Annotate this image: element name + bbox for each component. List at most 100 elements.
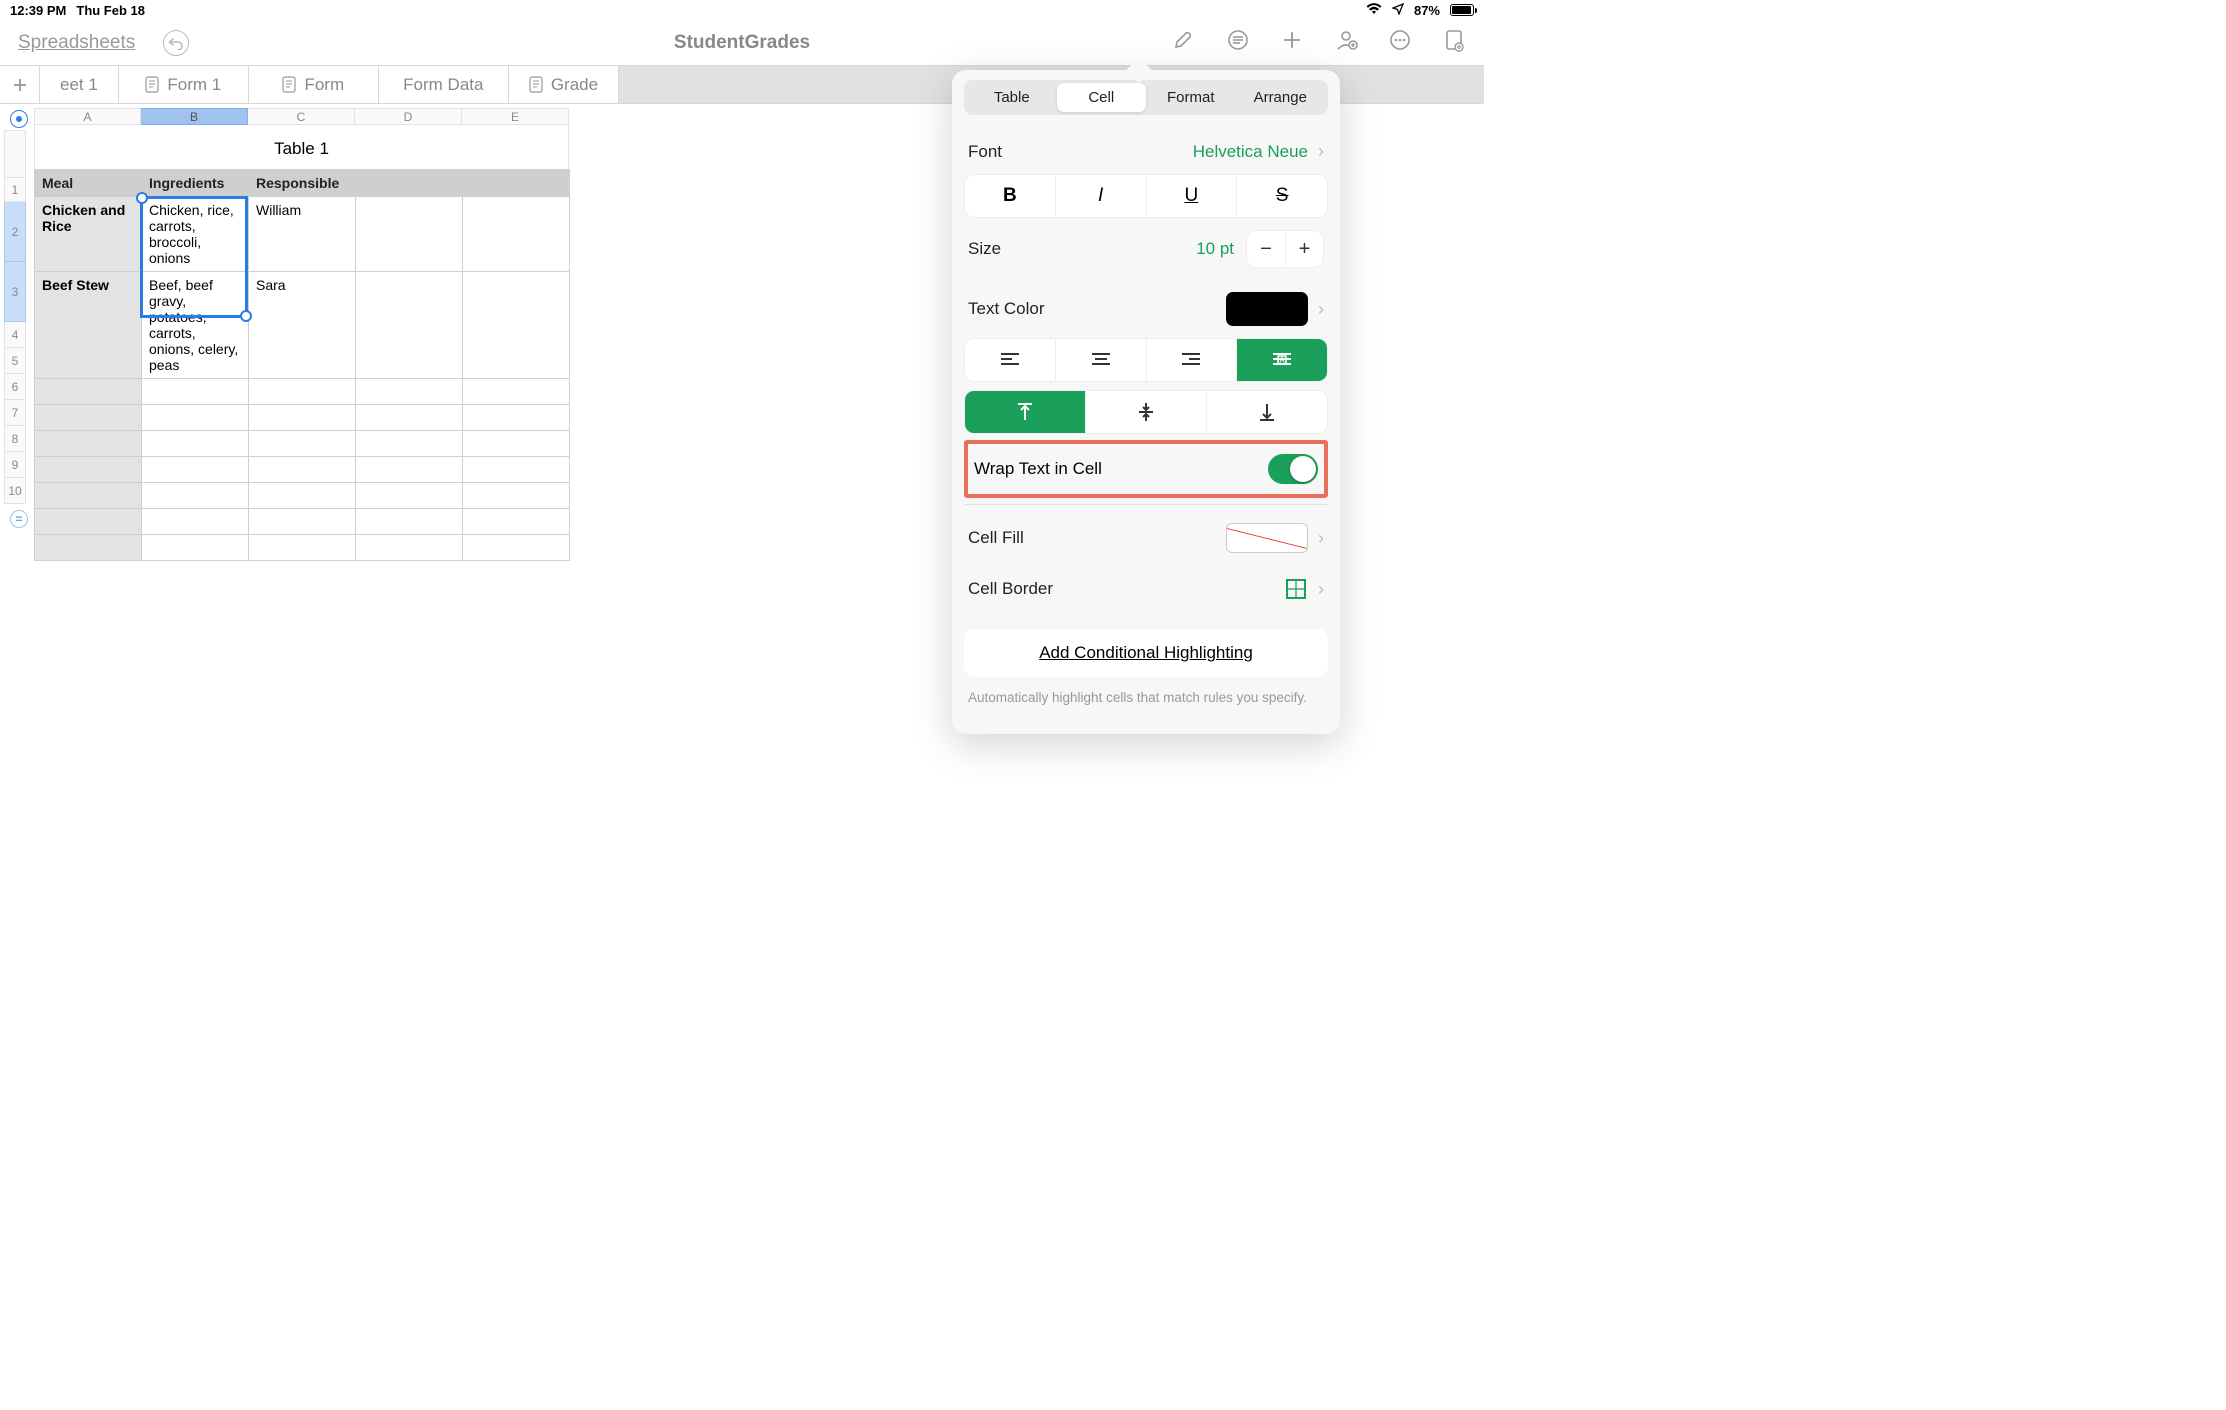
- sheet-tab-grade[interactable]: Grade: [509, 66, 619, 103]
- formula-button[interactable]: =: [10, 510, 28, 528]
- cell-b9[interactable]: [142, 509, 249, 535]
- cell-c4[interactable]: [249, 379, 356, 405]
- sheet-tab-form[interactable]: Form: [249, 66, 379, 103]
- cell-e6[interactable]: [463, 431, 570, 457]
- column-header-D[interactable]: D: [355, 108, 462, 125]
- size-increment[interactable]: +: [1285, 231, 1323, 267]
- font-row[interactable]: Font Helvetica Neue ›: [964, 129, 1328, 174]
- tab-cell[interactable]: Cell: [1057, 83, 1147, 112]
- cell-d7[interactable]: [356, 457, 463, 483]
- cell-e9[interactable]: [463, 509, 570, 535]
- tab-format[interactable]: Format: [1146, 83, 1236, 112]
- strikethrough-button[interactable]: S: [1237, 175, 1327, 217]
- align-left-button[interactable]: [965, 339, 1056, 381]
- cell-b7[interactable]: [142, 457, 249, 483]
- table-select-handle[interactable]: [10, 110, 28, 128]
- add-icon[interactable]: [1280, 28, 1304, 57]
- cell-e2[interactable]: [463, 197, 570, 272]
- cell-c9[interactable]: [249, 509, 356, 535]
- cell-a7[interactable]: [35, 457, 142, 483]
- cell-b10[interactable]: [142, 535, 249, 561]
- header-cell-d[interactable]: [356, 170, 463, 197]
- row-header-5[interactable]: 5: [4, 348, 26, 374]
- cell-e4[interactable]: [463, 379, 570, 405]
- cell-a5[interactable]: [35, 405, 142, 431]
- cell-c5[interactable]: [249, 405, 356, 431]
- cell-a10[interactable]: [35, 535, 142, 561]
- valign-bottom-button[interactable]: [1207, 391, 1327, 433]
- valign-top-button[interactable]: [965, 391, 1086, 433]
- cell-b3[interactable]: Beef, beef gravy, potatoes, carrots, oni…: [142, 272, 249, 379]
- cell-b8[interactable]: [142, 483, 249, 509]
- column-header-E[interactable]: E: [462, 108, 569, 125]
- cell-b6[interactable]: [142, 431, 249, 457]
- undo-button[interactable]: [163, 30, 189, 56]
- sheet-tab-formdata[interactable]: Form Data: [379, 66, 509, 103]
- row-header-8[interactable]: 8: [4, 426, 26, 452]
- cell-a8[interactable]: [35, 483, 142, 509]
- align-justify-button[interactable]: A: [1237, 339, 1327, 381]
- comment-icon[interactable]: [1226, 28, 1250, 57]
- wrap-text-toggle[interactable]: [1268, 454, 1318, 484]
- header-cell-meal[interactable]: Meal: [35, 170, 142, 197]
- header-cell-e[interactable]: [463, 170, 570, 197]
- row-header-1[interactable]: 1: [4, 178, 26, 202]
- row-header-3[interactable]: 3: [4, 262, 26, 322]
- cell-a6[interactable]: [35, 431, 142, 457]
- more-icon[interactable]: [1388, 28, 1412, 57]
- cell-d2[interactable]: [356, 197, 463, 272]
- cell-d4[interactable]: [356, 379, 463, 405]
- add-sheet-button[interactable]: [0, 66, 40, 103]
- cell-a2[interactable]: Chicken and Rice: [35, 197, 142, 272]
- cell-e5[interactable]: [463, 405, 570, 431]
- cell-a3[interactable]: Beef Stew: [35, 272, 142, 379]
- cell-d8[interactable]: [356, 483, 463, 509]
- cell-a9[interactable]: [35, 509, 142, 535]
- cell-c3[interactable]: Sara: [249, 272, 356, 379]
- row-header-4[interactable]: 4: [4, 322, 26, 348]
- tab-table[interactable]: Table: [967, 83, 1057, 112]
- cell-c10[interactable]: [249, 535, 356, 561]
- column-header-B[interactable]: B: [141, 108, 248, 125]
- cell-d9[interactable]: [356, 509, 463, 535]
- cell-e7[interactable]: [463, 457, 570, 483]
- cell-d5[interactable]: [356, 405, 463, 431]
- bold-button[interactable]: B: [965, 175, 1056, 217]
- text-color-row[interactable]: Text Color ›: [964, 280, 1328, 338]
- cell-c7[interactable]: [249, 457, 356, 483]
- align-right-button[interactable]: [1147, 339, 1238, 381]
- underline-button[interactable]: U: [1147, 175, 1238, 217]
- tab-arrange[interactable]: Arrange: [1236, 83, 1326, 112]
- format-brush-icon[interactable]: [1172, 28, 1196, 57]
- document-title[interactable]: StudentGrades: [674, 32, 810, 54]
- table-title[interactable]: Table 1: [34, 125, 569, 169]
- cell-e8[interactable]: [463, 483, 570, 509]
- row-header-blank[interactable]: [4, 130, 26, 178]
- conditional-highlighting-button[interactable]: Add Conditional Highlighting: [964, 629, 1328, 677]
- cell-a4[interactable]: [35, 379, 142, 405]
- row-header-7[interactable]: 7: [4, 400, 26, 426]
- column-header-A[interactable]: A: [34, 108, 141, 125]
- valign-middle-button[interactable]: [1086, 391, 1207, 433]
- row-header-2[interactable]: 2: [4, 202, 26, 262]
- align-center-button[interactable]: [1056, 339, 1147, 381]
- sheet-tab-sheet1[interactable]: eet 1: [40, 66, 119, 103]
- header-cell-responsible[interactable]: Responsible: [249, 170, 356, 197]
- cell-d6[interactable]: [356, 431, 463, 457]
- row-header-10[interactable]: 10: [4, 478, 26, 504]
- cell-border-row[interactable]: Cell Border ›: [964, 565, 1328, 613]
- cell-b4[interactable]: [142, 379, 249, 405]
- column-header-C[interactable]: C: [248, 108, 355, 125]
- cell-b5[interactable]: [142, 405, 249, 431]
- document-settings-icon[interactable]: [1442, 28, 1466, 57]
- cell-fill-row[interactable]: Cell Fill ›: [964, 511, 1328, 565]
- cell-c6[interactable]: [249, 431, 356, 457]
- row-header-9[interactable]: 9: [4, 452, 26, 478]
- cell-d10[interactable]: [356, 535, 463, 561]
- size-decrement[interactable]: −: [1247, 231, 1285, 267]
- italic-button[interactable]: I: [1056, 175, 1147, 217]
- sheet-tab-form1[interactable]: Form 1: [119, 66, 249, 103]
- cell-e10[interactable]: [463, 535, 570, 561]
- back-button[interactable]: Spreadsheets: [18, 32, 135, 54]
- cell-c8[interactable]: [249, 483, 356, 509]
